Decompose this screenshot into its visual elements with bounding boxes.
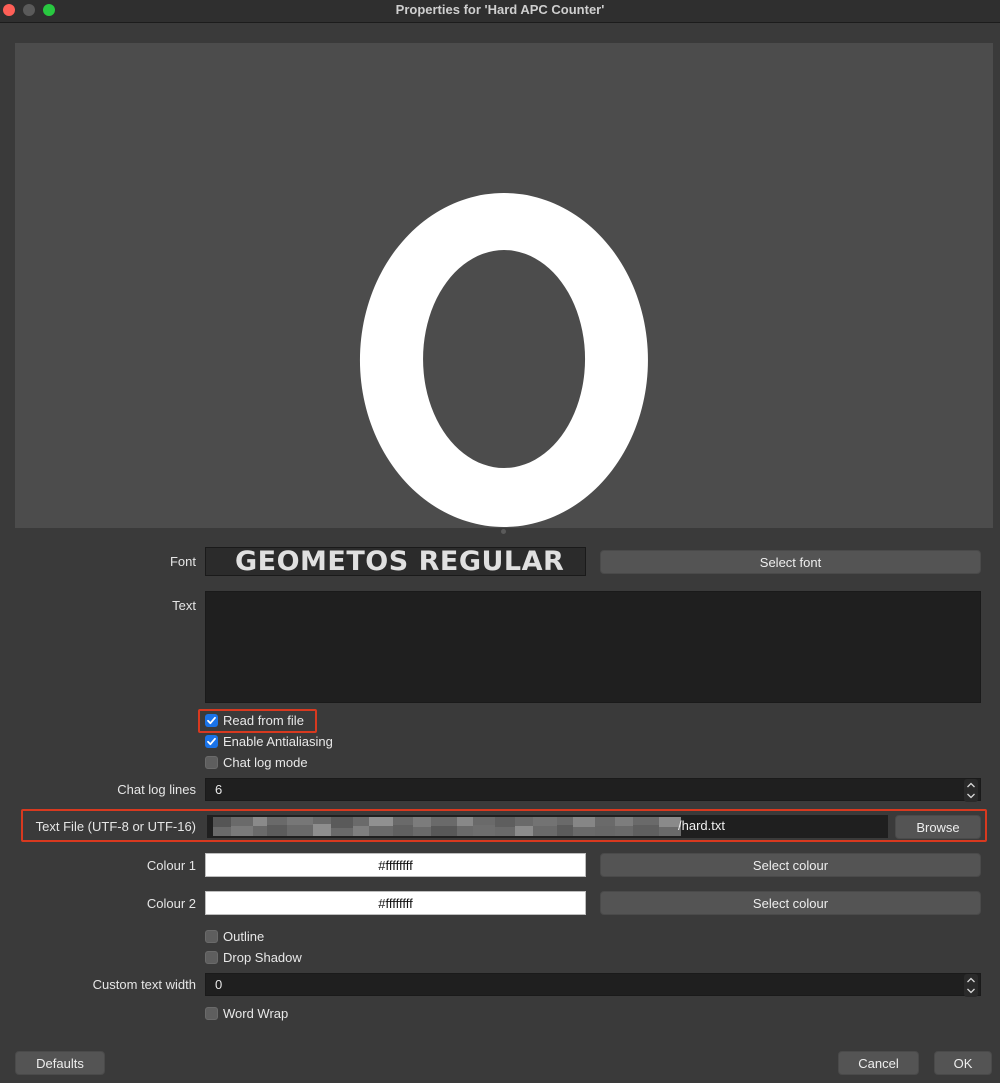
font-label: Font (169, 554, 196, 569)
preview-glyph-zero (359, 193, 648, 527)
custom-text-width-spinbox[interactable]: 0 (205, 973, 981, 997)
drop-shadow-checkbox[interactable]: Drop Shadow (205, 948, 302, 966)
defaults-button[interactable]: Defaults (15, 1051, 105, 1075)
cancel-button[interactable]: Cancel (838, 1051, 919, 1075)
outline-label: Outline (223, 928, 265, 944)
colour2-swatch: #ffffffff (205, 891, 586, 915)
checkbox-unchecked-icon (205, 1006, 218, 1020)
spinbox-arrows-icon[interactable] (964, 974, 978, 997)
enable-antialiasing-label: Enable Antialiasing (223, 733, 333, 749)
read-from-file-label: Read from file (223, 712, 304, 728)
custom-text-width-label: Custom text width (92, 977, 196, 992)
browse-button[interactable]: Browse (895, 815, 981, 839)
outline-checkbox[interactable]: Outline (205, 927, 264, 945)
checkbox-checked-icon (205, 713, 218, 727)
select-colour1-button[interactable]: Select colour (600, 853, 981, 877)
text-file-path-suffix: /hard.txt (678, 818, 725, 833)
window-title: Properties for 'Hard APC Counter' (395, 2, 605, 17)
chat-log-mode-checkbox[interactable]: Chat log mode (205, 753, 308, 771)
checkbox-unchecked-icon (205, 950, 218, 964)
colour1-swatch: #ffffffff (205, 853, 586, 877)
text-file-path-field[interactable]: /hard.txt (207, 815, 888, 838)
chat-log-mode-label: Chat log mode (223, 754, 308, 770)
colour2-label: Colour 2 (146, 896, 196, 911)
spinbox-arrows-icon[interactable] (964, 779, 978, 802)
text-area[interactable] (205, 591, 981, 703)
word-wrap-checkbox[interactable]: Word Wrap (205, 1004, 288, 1022)
custom-text-width-value: 0 (215, 977, 223, 992)
chat-log-lines-value: 6 (215, 782, 223, 797)
select-colour2-button[interactable]: Select colour (600, 891, 981, 915)
title-bar: Properties for 'Hard APC Counter' (0, 0, 1000, 23)
text-file-label: Text File (UTF-8 or UTF-16) (35, 819, 196, 834)
chat-log-lines-label: Chat log lines (117, 782, 196, 797)
redacted-path-blur (213, 817, 681, 836)
chat-log-lines-spinbox[interactable]: 6 (205, 778, 981, 802)
select-font-button[interactable]: Select font (600, 550, 981, 574)
checkbox-unchecked-icon (205, 755, 218, 769)
checkbox-unchecked-icon (205, 929, 218, 943)
enable-antialiasing-checkbox[interactable]: Enable Antialiasing (205, 732, 333, 750)
drop-shadow-label: Drop Shadow (223, 949, 302, 965)
font-preview: GEOMETOS REGULAR (205, 547, 586, 576)
read-from-file-checkbox[interactable]: Read from file (205, 711, 304, 729)
text-label: Text (172, 598, 196, 613)
word-wrap-label: Word Wrap (223, 1005, 289, 1021)
checkbox-checked-icon (205, 734, 218, 748)
ok-button[interactable]: OK (934, 1051, 992, 1075)
colour1-label: Colour 1 (146, 858, 196, 873)
preview-resize-handle[interactable] (501, 529, 506, 534)
source-preview: 0 (15, 43, 993, 528)
